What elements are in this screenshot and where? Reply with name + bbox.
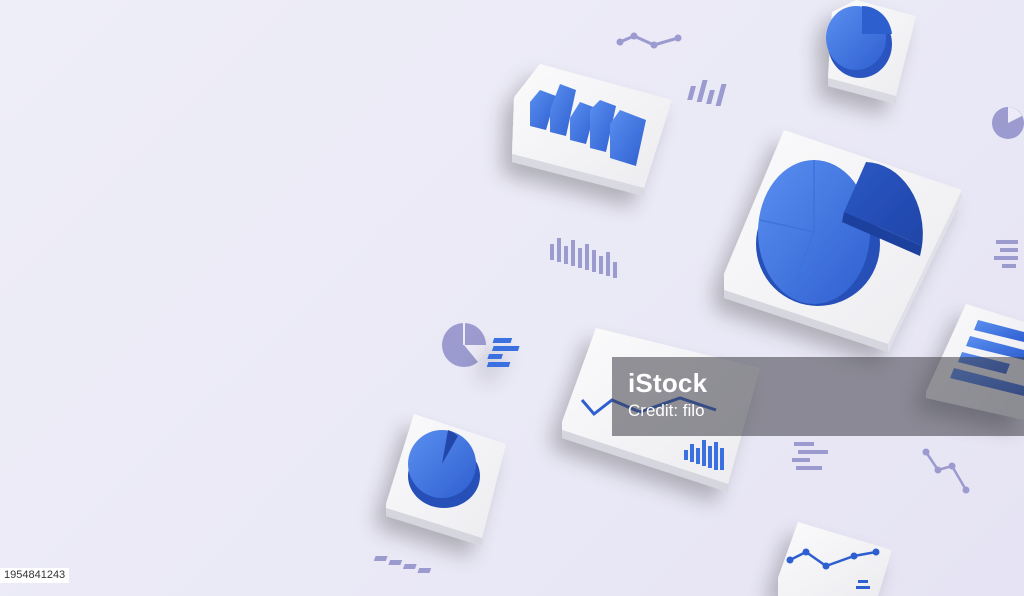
chart-tiles-scene: [373, 0, 1024, 596]
pie-chart-icon-small: [992, 107, 1024, 139]
horizontal-bars-mini: [486, 338, 520, 367]
line-chart-icon-small: [616, 32, 682, 49]
pie-tile-bottom: [386, 414, 506, 546]
pie-tile-large: [724, 130, 962, 352]
pie-tile-small: [826, 0, 916, 104]
bar-chart-tile: [512, 64, 672, 196]
dash-row-icon: [373, 556, 432, 573]
pie-chart-icon-medium: [442, 323, 487, 367]
horizontal-bars-icon: [994, 240, 1018, 268]
watermark-brand: iStock: [628, 368, 708, 398]
horizontal-bars-icon-lower: [792, 442, 828, 470]
scatter-line-icon: [922, 448, 970, 494]
bar-chart-icon-medium: [550, 238, 617, 278]
bar-chart-icon-small: [687, 80, 727, 106]
image-id-label: 1954841243: [0, 568, 70, 583]
line-chart-tile: [778, 522, 892, 596]
watermark-credit: Credit: filo: [628, 401, 705, 420]
